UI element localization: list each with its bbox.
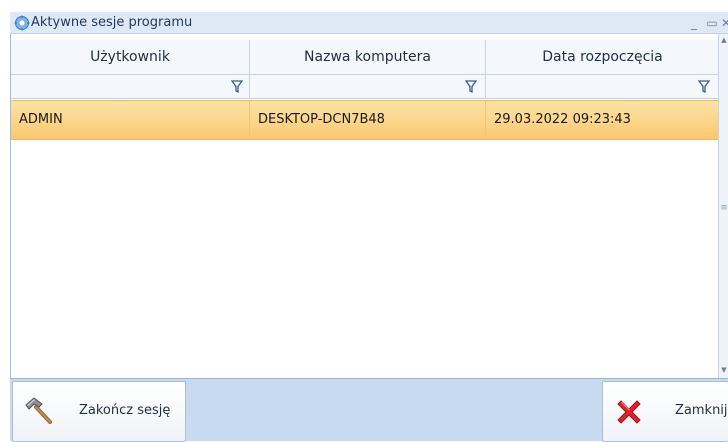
maximize-button[interactable]: ▭ [704, 14, 720, 32]
funnel-icon[interactable] [231, 80, 243, 94]
filter-cell-user[interactable] [11, 75, 250, 99]
close-label: Zamknij [675, 403, 728, 418]
scroll-grip-icon[interactable]: ≡ [720, 204, 728, 213]
end-session-button[interactable]: Zakończ sesję [12, 381, 186, 442]
column-header-start-date[interactable]: Data rozpoczęcia [486, 40, 719, 75]
cell-user[interactable]: ADMIN [11, 101, 250, 139]
filter-cell-computer[interactable] [250, 75, 486, 99]
vertical-scrollbar[interactable]: ▲ ≡ ▼ [718, 34, 728, 378]
table-row[interactable]: ADMIN DESKTOP-DCN7B48 29.03.2022 09:23:4… [11, 100, 719, 140]
filter-row [11, 75, 719, 99]
title-bar: Aktywne sesje programu _ ▭ ✕ [10, 12, 728, 34]
funnel-icon[interactable] [698, 80, 710, 94]
filter-cell-start-date[interactable] [486, 75, 719, 99]
close-window-button[interactable]: ✕ [721, 14, 728, 32]
scroll-down-icon[interactable]: ▼ [720, 366, 728, 374]
column-header-user[interactable]: Użytkownik [11, 40, 250, 75]
hammer-icon [25, 397, 52, 424]
funnel-icon[interactable] [465, 80, 477, 94]
window-title: Aktywne sesje programu [31, 15, 193, 30]
minimize-button[interactable]: _ [686, 14, 702, 32]
grid-header: Użytkownik Nazwa komputera Data rozpoczę… [11, 40, 719, 75]
end-session-label: Zakończ sesję [79, 403, 171, 418]
bottom-toolbar: Zakończ sesję Zamknij [10, 378, 728, 442]
close-x-icon [617, 400, 641, 424]
column-header-computer[interactable]: Nazwa komputera [250, 40, 486, 75]
gear-icon [14, 15, 30, 31]
cell-computer[interactable]: DESKTOP-DCN7B48 [250, 101, 486, 139]
cell-start-date[interactable]: 29.03.2022 09:23:43 [486, 101, 719, 139]
close-button[interactable]: Zamknij [602, 381, 728, 442]
scroll-up-icon[interactable]: ▲ [720, 36, 728, 44]
sessions-grid: Użytkownik Nazwa komputera Data rozpoczę… [10, 34, 719, 378]
sessions-window: Aktywne sesje programu _ ▭ ✕ Użytkownik … [0, 0, 728, 442]
